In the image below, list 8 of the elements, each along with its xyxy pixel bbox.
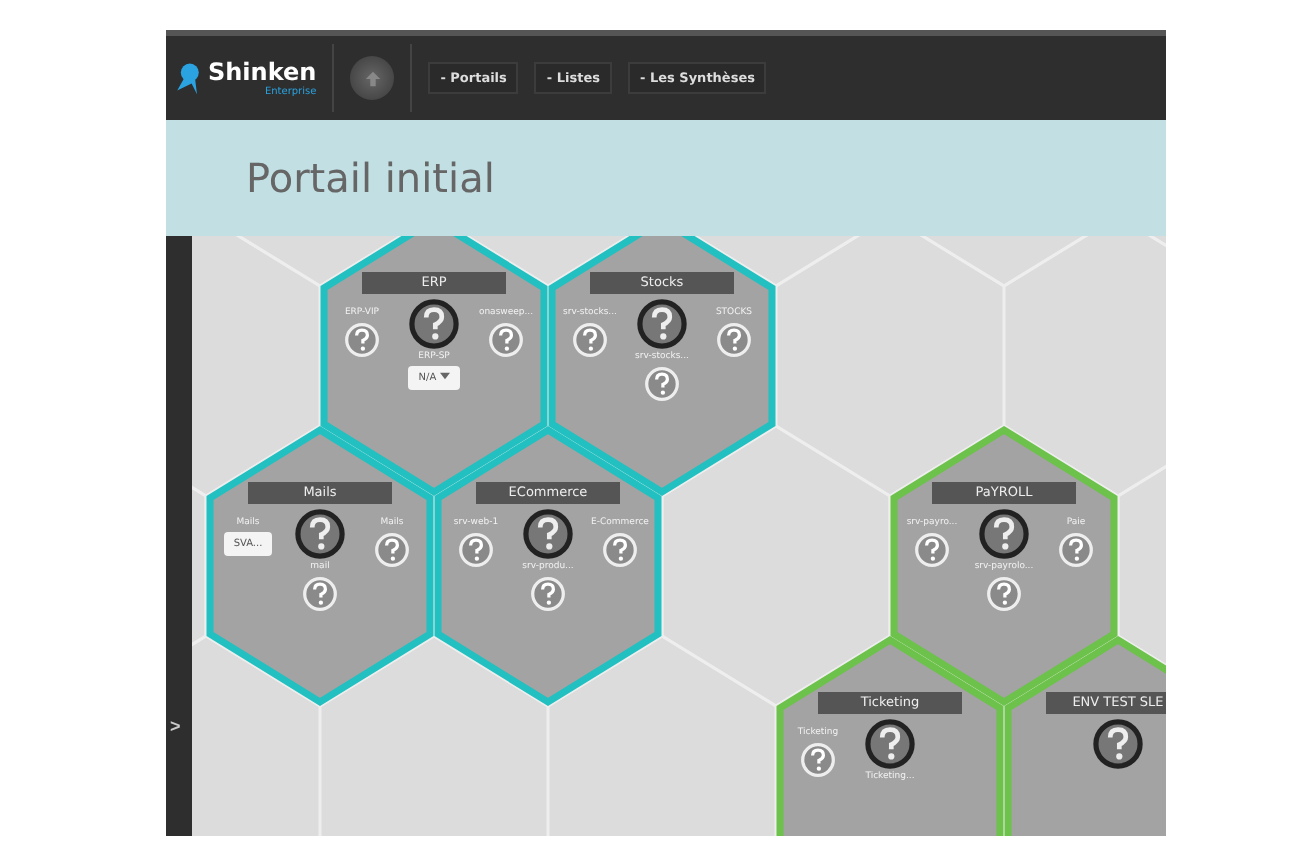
up-arrow-button[interactable] xyxy=(350,56,395,100)
hexagon-tile[interactable] xyxy=(1004,635,1166,836)
up-arrow-icon xyxy=(363,69,382,87)
hexagon-tile[interactable] xyxy=(776,635,1004,836)
sidebar-toggle-button[interactable]: > xyxy=(166,716,185,736)
logo-name: Shinken xyxy=(208,59,317,85)
page-title: Portail initial xyxy=(246,154,495,202)
caret-icon xyxy=(439,372,450,380)
